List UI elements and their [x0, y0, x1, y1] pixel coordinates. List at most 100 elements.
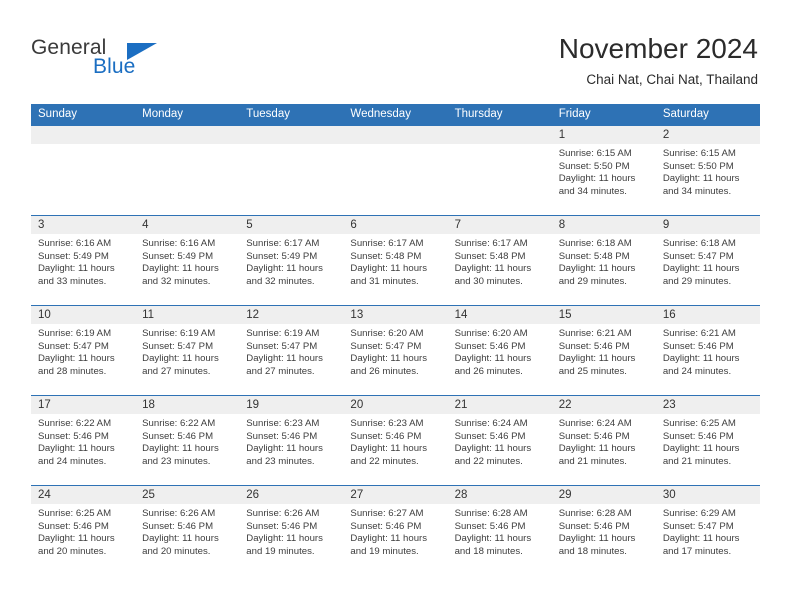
day-details: Sunrise: 6:16 AM Sunset: 5:49 PM Daylight:… [31, 234, 135, 288]
calendar-day-cell[interactable]: 1 Sunrise: 6:15 AM Sunset: 5:50 PM Daylight… [551, 126, 656, 215]
daylight-text-line2: and 33 minutes. [38, 275, 107, 287]
day-number: 30 [655, 486, 760, 504]
day-number: 26 [239, 486, 344, 504]
calendar-day-cell[interactable]: 18 Sunrise: 6:22 AM Sunset: 5:46 PM Dayligh… [135, 396, 240, 485]
daylight-text-line1: Daylight: 11 hours [246, 443, 323, 455]
calendar-day-cell[interactable]: 3 Sunrise: 6:16 AM Sunset: 5:49 PM Daylight… [31, 216, 136, 305]
calendar-day-cell[interactable]: 20 Sunrise: 6:23 AM Sunset: 5:46 PM Dayligh… [343, 396, 448, 485]
day-number: 11 [135, 306, 240, 324]
daylight-text-line1: Daylight: 11 hours [350, 353, 428, 365]
day-number: 1 [551, 126, 656, 144]
calendar-day-cell[interactable]: 26 Sunrise: 6:26 AM Sunset: 5:46 PM Dayligh… [239, 486, 344, 575]
day-details: Sunrise: 6:17 AM Sunset: 5:48 PM Daylight:… [343, 234, 447, 288]
daylight-text-line2: and 34 minutes. [662, 185, 732, 197]
day-number: 28 [447, 486, 552, 504]
calendar-day-cell[interactable]: 5 Sunrise: 6:17 AM Sunset: 5:49 PM Daylight… [239, 216, 344, 305]
day-details: Sunrise: 6:24 AM Sunset: 5:46 PM Daylight:… [552, 414, 656, 468]
daylight-text-line1: Daylight: 11 hours [38, 533, 115, 545]
calendar-day-cell[interactable]: 19 Sunrise: 6:23 AM Sunset: 5:46 PM Dayligh… [239, 396, 344, 485]
daylight-text-line1: Daylight: 11 hours [246, 353, 323, 365]
daylight-text-line1: Daylight: 11 hours [662, 533, 740, 545]
sunrise-text: Sunrise: 6:18 AM [558, 238, 632, 249]
calendar-day-cell[interactable]: 4 Sunrise: 6:16 AM Sunset: 5:49 PM Daylight… [135, 216, 240, 305]
calendar-day-cell[interactable]: 25 Sunrise: 6:26 AM Sunset: 5:46 PM Dayligh… [135, 486, 240, 575]
sunset-text: Sunset: 5:46 PM [246, 520, 318, 532]
sunset-text: Sunset: 5:47 PM [350, 340, 422, 352]
calendar-day-cell[interactable]: 30 Sunrise: 6:29 AM Sunset: 5:47 PM Dayligh… [655, 486, 760, 575]
day-details: Sunrise: 6:28 AM Sunset: 5:46 PM Daylight:… [552, 504, 656, 558]
day-details [448, 144, 552, 148]
logo-word-blue: Blue [93, 55, 136, 78]
calendar-page: General Blue November 2024 Chai Nat, Cha… [0, 0, 792, 612]
sunrise-text: Sunrise: 6:21 AM [558, 328, 632, 339]
calendar-day-cell[interactable]: 14 Sunrise: 6:20 AM Sunset: 5:46 PM Dayligh… [447, 306, 552, 395]
day-number: 14 [447, 306, 552, 324]
calendar-day-cell[interactable]: 13 Sunrise: 6:20 AM Sunset: 5:47 PM Dayligh… [343, 306, 448, 395]
sunset-text: Sunset: 5:46 PM [246, 430, 318, 442]
calendar-day-cell[interactable]: 12 Sunrise: 6:19 AM Sunset: 5:47 PM Dayligh… [239, 306, 344, 395]
calendar-day-cell[interactable]: 9 Sunrise: 6:18 AM Sunset: 5:47 PM Daylight… [655, 216, 760, 305]
day-number: 24 [31, 486, 136, 504]
sunset-text: Sunset: 5:46 PM [558, 520, 630, 532]
sunrise-text: Sunrise: 6:19 AM [142, 328, 216, 339]
calendar-day-cell[interactable]: 17 Sunrise: 6:22 AM Sunset: 5:46 PM Dayligh… [31, 396, 136, 485]
day-header-saturday: Saturday [662, 108, 709, 120]
calendar-day-cell[interactable]: 11 Sunrise: 6:19 AM Sunset: 5:47 PM Dayligh… [135, 306, 240, 395]
day-number: 19 [239, 396, 344, 414]
sunrise-text: Sunrise: 6:23 AM [246, 418, 320, 429]
sunset-text: Sunset: 5:46 PM [662, 430, 734, 442]
day-details: Sunrise: 6:19 AM Sunset: 5:47 PM Daylight:… [135, 324, 239, 378]
calendar-day-cell[interactable]: 24 Sunrise: 6:25 AM Sunset: 5:46 PM Dayligh… [31, 486, 136, 575]
day-details: Sunrise: 6:20 AM Sunset: 5:46 PM Daylight:… [448, 324, 552, 378]
daylight-text-line1: Daylight: 11 hours [454, 533, 532, 545]
daylight-text-line1: Daylight: 11 hours [558, 173, 636, 185]
calendar-day-cell[interactable]: 16 Sunrise: 6:21 AM Sunset: 5:46 PM Dayligh… [655, 306, 760, 395]
sunset-text: Sunset: 5:49 PM [38, 250, 109, 262]
calendar-day-cell[interactable]: 2 Sunrise: 6:15 AM Sunset: 5:50 PM Daylight… [655, 126, 760, 215]
calendar-day-cell[interactable]: 8 Sunrise: 6:18 AM Sunset: 5:48 PM Daylight… [551, 216, 656, 305]
sunrise-text: Sunrise: 6:15 AM [662, 148, 736, 159]
calendar-day-cell[interactable]: 22 Sunrise: 6:24 AM Sunset: 5:46 PM Dayligh… [551, 396, 656, 485]
calendar-day-cell[interactable]: 15 Sunrise: 6:21 AM Sunset: 5:46 PM Dayligh… [551, 306, 656, 395]
sunset-text: Sunset: 5:49 PM [246, 250, 318, 262]
daylight-text-line1: Daylight: 11 hours [38, 443, 115, 455]
sunrise-text: Sunrise: 6:21 AM [662, 328, 736, 339]
sunrise-text: Sunrise: 6:19 AM [246, 328, 320, 339]
day-number: 6 [343, 216, 448, 234]
sunset-text: Sunset: 5:46 PM [350, 430, 422, 442]
calendar-day-cell[interactable]: 27 Sunrise: 6:27 AM Sunset: 5:46 PM Dayligh… [343, 486, 448, 575]
sunset-text: Sunset: 5:48 PM [454, 250, 526, 262]
calendar-day-cell[interactable]: 29 Sunrise: 6:28 AM Sunset: 5:46 PM Dayligh… [551, 486, 656, 575]
calendar-cell-empty [343, 126, 448, 215]
day-details: Sunrise: 6:19 AM Sunset: 5:47 PM Daylight:… [239, 324, 343, 378]
daylight-text-line1: Daylight: 11 hours [246, 533, 323, 545]
day-details: Sunrise: 6:17 AM Sunset: 5:48 PM Daylight:… [448, 234, 552, 288]
calendar-day-cell[interactable]: 6 Sunrise: 6:17 AM Sunset: 5:48 PM Daylight… [343, 216, 448, 305]
day-details: Sunrise: 6:20 AM Sunset: 5:47 PM Daylight:… [343, 324, 447, 378]
sunset-text: Sunset: 5:46 PM [558, 430, 630, 442]
calendar-day-cell[interactable]: 23 Sunrise: 6:25 AM Sunset: 5:46 PM Dayligh… [655, 396, 760, 485]
calendar-week-row: 24 Sunrise: 6:25 AM Sunset: 5:46 PM Dayligh… [31, 485, 760, 575]
day-number: 9 [655, 216, 760, 234]
calendar-day-cell[interactable]: 21 Sunrise: 6:24 AM Sunset: 5:46 PM Dayligh… [447, 396, 552, 485]
sunrise-text: Sunrise: 6:20 AM [454, 328, 528, 339]
daylight-text-line1: Daylight: 11 hours [662, 353, 740, 365]
daylight-text-line2: and 18 minutes. [454, 545, 523, 557]
calendar-day-cell[interactable]: 28 Sunrise: 6:28 AM Sunset: 5:46 PM Dayligh… [447, 486, 552, 575]
daylight-text-line1: Daylight: 11 hours [558, 263, 636, 275]
sunrise-text: Sunrise: 6:17 AM [454, 238, 528, 249]
sunrise-text: Sunrise: 6:16 AM [142, 238, 216, 249]
day-header-monday: Monday [142, 108, 184, 120]
daylight-text-line2: and 29 minutes. [558, 275, 627, 287]
sunset-text: Sunset: 5:46 PM [142, 520, 214, 532]
calendar-day-cell[interactable]: 10 Sunrise: 6:19 AM Sunset: 5:47 PM Dayligh… [31, 306, 136, 395]
daylight-text-line1: Daylight: 11 hours [454, 353, 532, 365]
day-details: Sunrise: 6:29 AM Sunset: 5:47 PM Daylight:… [656, 504, 760, 558]
day-number: 8 [551, 216, 656, 234]
sunrise-text: Sunrise: 6:22 AM [38, 418, 112, 429]
general-blue-logo[interactable]: General Blue [31, 36, 201, 84]
day-number: 2 [655, 126, 760, 144]
day-details [239, 144, 343, 148]
sunrise-text: Sunrise: 6:24 AM [454, 418, 528, 429]
calendar-day-cell[interactable]: 7 Sunrise: 6:17 AM Sunset: 5:48 PM Daylight… [447, 216, 552, 305]
